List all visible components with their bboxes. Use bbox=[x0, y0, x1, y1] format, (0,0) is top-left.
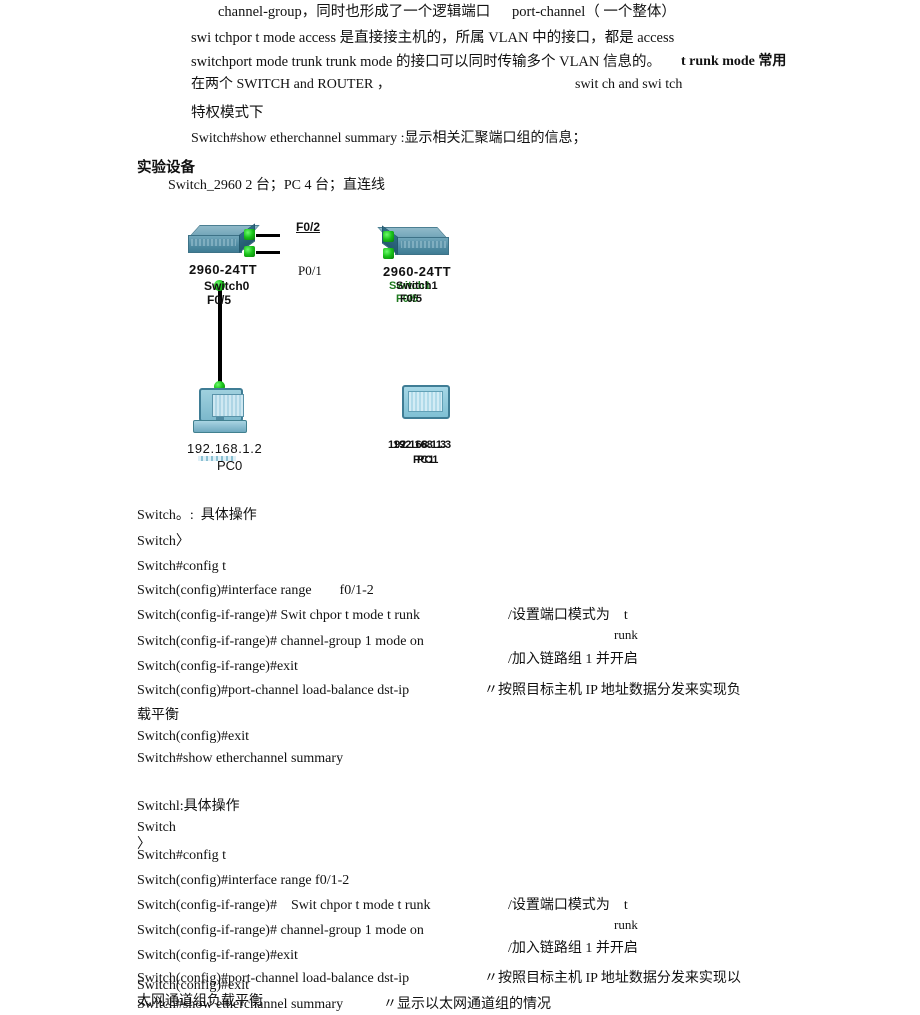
intro-line-5: 特权模式下 bbox=[191, 105, 264, 121]
trunk-cable-lower bbox=[256, 251, 280, 254]
block1-cmd-0: Switch〉 bbox=[137, 534, 190, 549]
intro-line-6: Switch#show etherchannel summary :显示相关汇聚… bbox=[191, 131, 587, 146]
block1-cmd-10: Switch#show etherchannel summary bbox=[137, 751, 344, 766]
block1-cmd-8: 载平衡 bbox=[137, 708, 179, 723]
intro-line-4a: 在两个 SWITCH and ROUTER ， bbox=[191, 77, 391, 92]
switch0-name-label: Switch0 bbox=[204, 279, 250, 293]
switch1-port-label-overlap: F0/5 bbox=[400, 293, 423, 305]
pc0-chassis bbox=[193, 420, 247, 461]
pc0-name-label: PC0 bbox=[217, 458, 243, 473]
link-label-p0-1: P0/1 bbox=[298, 263, 322, 278]
intro-line-1: channel-group，同时也形成了一个逻辑端口 port-channel（… bbox=[218, 4, 676, 20]
intro-line-3a: switchport mode trunk trunk mode 的接口可以同时… bbox=[191, 54, 662, 70]
switch1-port-led-lower bbox=[383, 248, 394, 259]
equipment-heading: 实验设备 bbox=[137, 160, 195, 176]
block1-heading: Switch。: 具体操作 bbox=[137, 508, 257, 523]
pc0-icon bbox=[193, 388, 247, 461]
block1-note-6: /加入链路组 1 并开启 bbox=[508, 652, 638, 667]
pc1-icon bbox=[402, 385, 450, 419]
block2-cmd-11: Switch#show etherchannel summary bbox=[137, 997, 344, 1012]
block1-cmd-1: Switch#config t bbox=[137, 559, 227, 574]
pc0-ip-label: 192.168.1.2 bbox=[187, 441, 263, 456]
intro-line-3b: t runk mode 常用 bbox=[681, 54, 787, 69]
block2-heading: Switchl:具体操作 bbox=[137, 799, 240, 814]
equipment-list: Switch_2960 2 台；PC 4 台；直连线 bbox=[168, 178, 386, 193]
trunk-cable-upper bbox=[256, 234, 280, 237]
block1-cmd-2: Switch(config)#interface range f0/1-2 bbox=[137, 583, 374, 598]
block2-note-4: /设置端口模式为 t bbox=[508, 898, 628, 913]
link-label-f0-2: F0/2 bbox=[296, 220, 321, 234]
pc1-name-label-overlap: PC1 bbox=[417, 454, 439, 466]
block2-cmd-9: Switch(config)#exit bbox=[137, 978, 249, 993]
block2-note-8: 〃按照目标主机 IP 地址数据分发来实现以 bbox=[484, 971, 741, 986]
block1-cmd-9: Switch(config)#exit bbox=[137, 729, 249, 744]
block1-note-4: runk bbox=[614, 627, 638, 642]
document-page: channel-group，同时也形成了一个逻辑端口 port-channel（… bbox=[0, 0, 920, 1015]
block2-note-7: /加入链路组 1 并开启 bbox=[508, 941, 638, 956]
block2-cmd-2: Switch#config t bbox=[137, 848, 227, 863]
intro-line-2: swi tchpor t mode access 是直接接主机的，所属 VLAN… bbox=[191, 30, 675, 46]
switch0-port-led-upper bbox=[244, 229, 255, 240]
intro-line-4b: swit ch and swi tch bbox=[575, 77, 683, 92]
block2-cmd-7: Switch(config-if-range)#exit bbox=[137, 948, 298, 963]
switch0-icon-vents bbox=[191, 239, 236, 246]
block1-note-3: /设置端口模式为 t bbox=[508, 608, 628, 623]
block1-cmd-3: Switch(config-if-range)# Swit chpor t mo… bbox=[137, 608, 421, 623]
block1-cmd-5: Switch(config-if-range)# channel-group 1… bbox=[137, 634, 424, 649]
block2-cmd-0: Switch bbox=[137, 820, 176, 835]
block1-note-7: 〃按照目标主机 IP 地址数据分发来实现负 bbox=[484, 683, 741, 698]
block2-cmd-3: Switch(config)#interface range f0/1-2 bbox=[137, 873, 350, 888]
block2-cmd-6: Switch(config-if-range)# channel-group 1… bbox=[137, 923, 424, 938]
pc1-ip-label-overlap: 192.168.1.3 bbox=[393, 439, 452, 451]
switch1-name-label-overlap: Switch1 bbox=[396, 280, 438, 292]
block1-cmd-6: Switch(config-if-range)#exit bbox=[137, 659, 298, 674]
switch1-model-label: 2960-24TT bbox=[383, 264, 452, 279]
pc1-screen bbox=[408, 391, 443, 412]
block2-note-5: runk bbox=[614, 917, 638, 932]
switch0-model-label: 2960-24TT bbox=[189, 262, 258, 277]
network-topology-diagram: F0/2 P0/1 2960-24TT Switch0 F0/5 2960-24… bbox=[130, 215, 560, 480]
block1-cmd-7: Switch(config)#port-channel load-balance… bbox=[137, 683, 410, 698]
switch0-port-led-lower bbox=[244, 246, 255, 257]
pc0-screen bbox=[212, 394, 244, 417]
switch0-port-label: F0/5 bbox=[207, 293, 232, 307]
block2-cmd-4: Switch(config-if-range)# Swit chpor t mo… bbox=[137, 898, 431, 913]
block2-note-11: 〃显示以太网通道组的情况 bbox=[383, 997, 551, 1012]
switch1-port-led-upper bbox=[383, 231, 394, 242]
switch1-icon-vents bbox=[401, 241, 446, 248]
